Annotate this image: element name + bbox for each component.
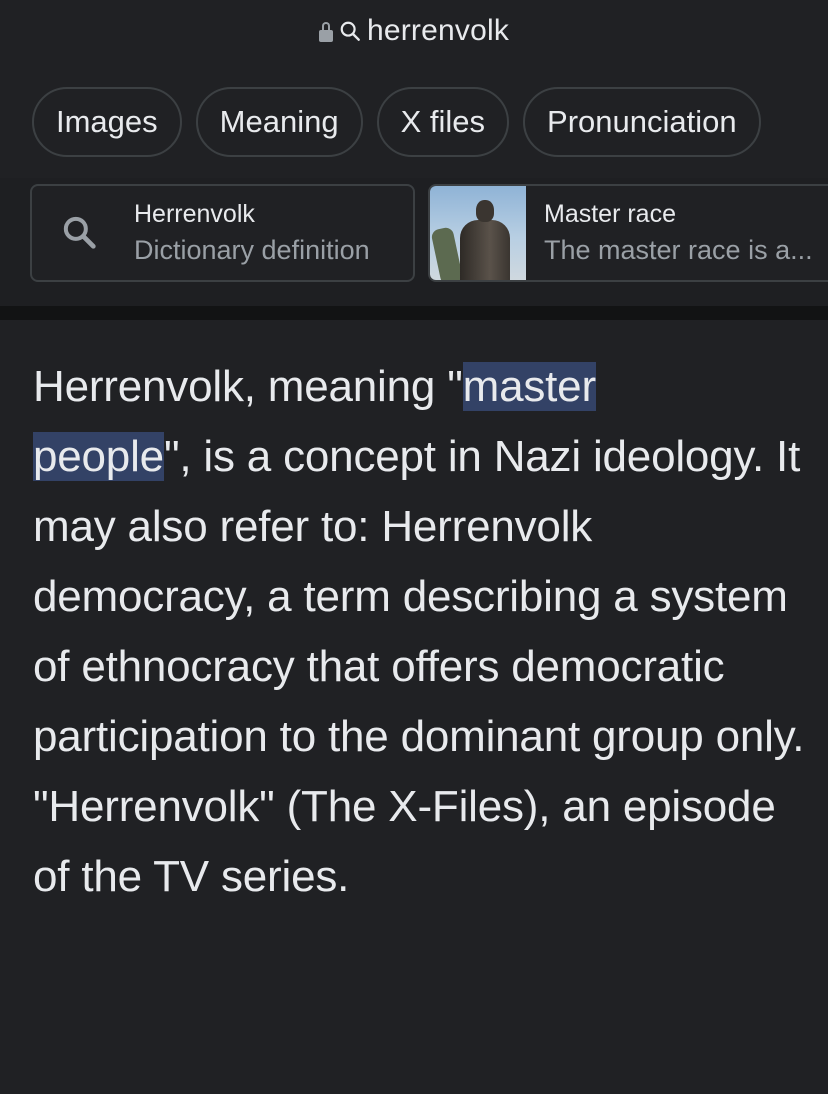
statue-thumbnail xyxy=(430,186,526,280)
chip-images[interactable]: Images xyxy=(32,87,182,157)
chip-pronunciation[interactable]: Pronunciation xyxy=(523,87,761,157)
card-subtitle: Dictionary definition xyxy=(134,235,370,265)
card-subtitle: The master race is a... xyxy=(544,235,813,265)
snippet-body: ", is a concept in Nazi ideology. It may… xyxy=(33,432,805,901)
card-text: Herrenvolk Dictionary definition xyxy=(128,200,370,266)
highlighted-term: people xyxy=(33,432,164,481)
chip-meaning[interactable]: Meaning xyxy=(195,87,363,157)
highlighted-term: master xyxy=(462,362,596,411)
suggestion-card-master-race[interactable]: Master race The master race is a... xyxy=(428,184,828,282)
card-text: Master race The master race is a... xyxy=(526,200,813,266)
card-title: Herrenvolk xyxy=(134,200,255,228)
chip-x-files[interactable]: X files xyxy=(376,87,510,157)
refinement-chips: Images Meaning X files Pronunciation xyxy=(32,87,761,157)
suggestion-card-dictionary[interactable]: Herrenvolk Dictionary definition xyxy=(30,184,415,282)
search-icon xyxy=(63,216,96,249)
lock-icon xyxy=(318,22,333,42)
address-query[interactable]: herrenvolk xyxy=(367,14,509,48)
section-divider xyxy=(0,306,828,320)
featured-snippet: Herrenvolk, meaning "master people", is a… xyxy=(33,352,813,912)
card-title: Master race xyxy=(544,200,676,228)
snippet-prefix: Herrenvolk, meaning " xyxy=(33,362,463,411)
address-bar[interactable]: herrenvolk xyxy=(0,0,828,62)
card-icon-wrap xyxy=(32,186,128,280)
search-icon xyxy=(340,21,360,41)
